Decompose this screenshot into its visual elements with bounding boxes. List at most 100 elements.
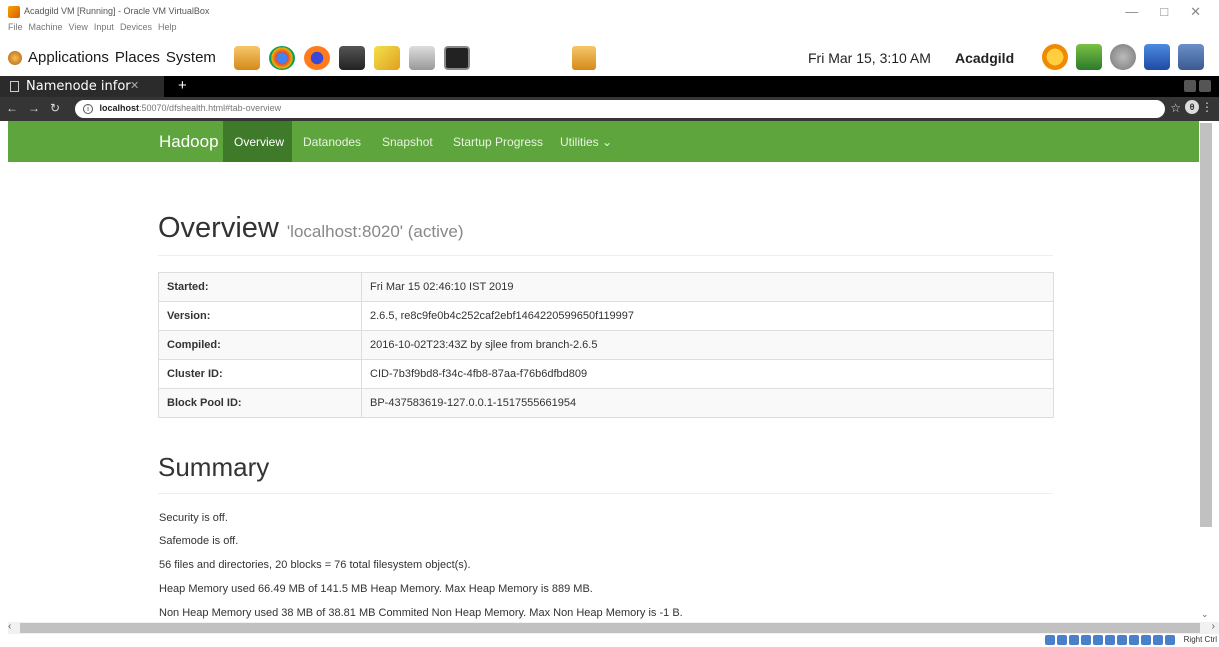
page-icon (10, 81, 19, 92)
gnome-menu: Applications Places System (8, 49, 216, 66)
panel-username[interactable]: Acadgild (955, 50, 1014, 66)
maximize-icon[interactable]: □ (1160, 4, 1168, 20)
nav-buttons: ← → ↻ (6, 101, 60, 115)
cpu-status-icon[interactable] (1141, 635, 1151, 645)
nav-datanodes[interactable]: Datanodes (303, 121, 361, 162)
menu-system[interactable]: System (166, 49, 216, 66)
row-key: Version: (158, 301, 362, 331)
display-status-icon[interactable] (1117, 635, 1127, 645)
vbox-menu-machine[interactable]: Machine (29, 22, 63, 32)
table-row: Version: 2.6.5, re8c9fe0b4c252caf2ebf146… (158, 301, 1054, 331)
vertical-scrollbar[interactable]: ⌄ (1199, 121, 1219, 622)
summary-line: Security is off. (159, 512, 228, 524)
vbox-menu-devices[interactable]: Devices (120, 22, 152, 32)
usb-status-icon[interactable] (1093, 635, 1103, 645)
row-value: 2016-10-02T23:43Z by sjlee from branch-2… (361, 330, 1054, 360)
optical-status-icon[interactable] (1057, 635, 1067, 645)
network-status-icon[interactable] (1081, 635, 1091, 645)
vbox-menu-input[interactable]: Input (94, 22, 114, 32)
nav-startup-progress[interactable]: Startup Progress (453, 121, 543, 162)
firefox-icon[interactable] (304, 46, 330, 70)
vbox-menu-view[interactable]: View (69, 22, 88, 32)
table-row: Cluster ID: CID-7b3f9bd8-f34c-4fb8-87aa-… (158, 359, 1054, 389)
row-value: CID-7b3f9bd8-f34c-4fb8-87aa-f76b6dfbd809 (361, 359, 1054, 389)
profile-avatar-icon[interactable]: θ (1185, 100, 1199, 114)
reload-icon[interactable]: ↻ (50, 101, 60, 115)
vbox-menubar: File Machine View Input Devices Help (8, 22, 176, 32)
minimize-icon[interactable]: — (1125, 4, 1138, 20)
gnome-top-panel: Applications Places System Fri Mar 15, 3… (0, 40, 1219, 76)
shared-folder-status-icon[interactable] (1105, 635, 1115, 645)
scroll-right-icon[interactable]: › (1212, 621, 1215, 632)
nav-snapshot[interactable]: Snapshot (382, 121, 433, 162)
vbox-statusbar: Right Ctrl (0, 634, 1219, 647)
browser-tabstrip: Namenode infor ✕ + (0, 76, 1219, 97)
scroll-left-icon[interactable]: ‹ (8, 621, 11, 632)
horizontal-scrollbar[interactable]: ‹ › (8, 621, 1219, 634)
browser-minimize-icon[interactable] (1184, 80, 1196, 92)
hadoop-brand[interactable]: Hadoop (159, 132, 219, 152)
info-icon[interactable]: i (83, 103, 93, 114)
menu-kebab-icon[interactable]: ⋮ (1201, 100, 1213, 114)
calculator-icon[interactable] (409, 46, 435, 70)
tab-close-icon[interactable]: ✕ (130, 79, 139, 92)
close-icon[interactable]: ✕ (1190, 4, 1201, 20)
gnome-foot-icon (8, 50, 22, 65)
overview-table: Started: Fri Mar 15 02:46:10 IST 2019 Ve… (158, 272, 1054, 418)
nav-overview[interactable]: Overview (223, 121, 292, 162)
chrome-icon[interactable] (269, 46, 295, 70)
vbox-menu-help[interactable]: Help (158, 22, 177, 32)
camera-icon[interactable] (339, 46, 365, 70)
row-value: BP-437583619-127.0.0.1-1517555661954 (361, 388, 1054, 418)
overview-title: Overview (158, 212, 279, 244)
summary-line: 56 files and directories, 20 blocks = 76… (159, 559, 471, 571)
network-icon[interactable] (1144, 44, 1170, 70)
hdd-status-icon[interactable] (1045, 635, 1055, 645)
overview-heading: Overview 'localhost:8020' (active) (158, 212, 464, 245)
row-value: Fri Mar 15 02:46:10 IST 2019 (361, 272, 1054, 302)
launcher-bar (234, 46, 470, 70)
vbox-status-icons (1045, 635, 1175, 645)
browser-tab[interactable]: Namenode infor ✕ (0, 76, 164, 97)
vertical-scroll-thumb[interactable] (1200, 123, 1212, 527)
summary-line: Heap Memory used 66.49 MB of 141.5 MB He… (159, 583, 593, 595)
summary-line: Safemode is off. (159, 535, 239, 547)
browser-window-controls (1184, 80, 1211, 92)
menu-applications[interactable]: Applications (28, 49, 109, 66)
scroll-down-icon[interactable]: ⌄ (1201, 609, 1209, 620)
file-manager-icon[interactable] (234, 46, 260, 70)
system-tray (1042, 44, 1204, 70)
disk-icon[interactable] (1178, 44, 1204, 70)
recording-status-icon[interactable] (1129, 635, 1139, 645)
bookmark-star-icon[interactable]: ☆ (1170, 101, 1181, 115)
summary-divider (158, 493, 1053, 494)
new-tab-button[interactable]: + (178, 77, 187, 94)
archive-icon[interactable] (572, 46, 596, 70)
mouse-status-icon[interactable] (1153, 635, 1163, 645)
overview-subtitle: 'localhost:8020' (active) (286, 222, 464, 241)
summary-heading: Summary (158, 452, 270, 482)
vbox-menu-file[interactable]: File (8, 22, 23, 32)
keyboard-status-icon[interactable] (1165, 635, 1175, 645)
system-monitor-icon[interactable] (1076, 44, 1102, 70)
menu-places[interactable]: Places (115, 49, 160, 66)
update-notifier-icon[interactable] (1042, 44, 1068, 70)
volume-icon[interactable] (1110, 44, 1136, 70)
browser-restore-icon[interactable] (1199, 80, 1211, 92)
vbox-window-controls: — □ ✕ (1125, 4, 1201, 20)
nav-utilities-dropdown[interactable]: Utilities ⌄ (560, 121, 612, 162)
forward-icon[interactable]: → (28, 101, 40, 115)
text-editor-icon[interactable] (374, 46, 400, 70)
terminal-icon[interactable] (444, 46, 470, 70)
horizontal-scroll-thumb[interactable] (20, 623, 1200, 633)
overview-divider (158, 255, 1053, 256)
back-icon[interactable]: ← (6, 101, 18, 115)
panel-clock[interactable]: Fri Mar 15, 3:10 AM (808, 50, 931, 66)
url-host: localhost (99, 103, 140, 113)
tab-title: Namenode infor (26, 79, 131, 94)
table-row: Started: Fri Mar 15 02:46:10 IST 2019 (158, 272, 1054, 302)
url-path: :50070/dfshealth.html#tab-overview (139, 103, 282, 113)
address-bar[interactable]: i localhost:50070/dfshealth.html#tab-ove… (75, 100, 1165, 118)
audio-status-icon[interactable] (1069, 635, 1079, 645)
table-row: Compiled: 2016-10-02T23:43Z by sjlee fro… (158, 330, 1054, 360)
